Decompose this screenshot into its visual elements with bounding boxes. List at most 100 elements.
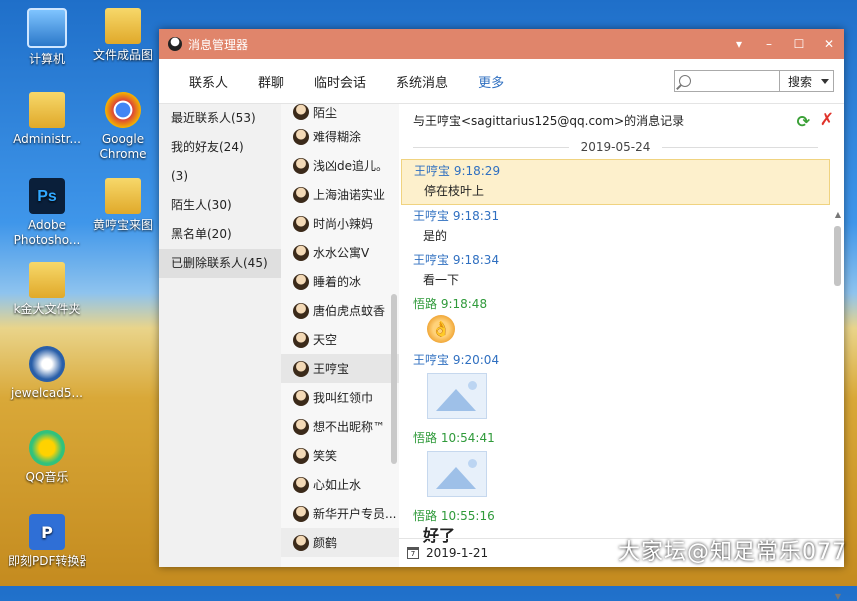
jewelcad-icon (29, 346, 65, 382)
list-item[interactable]: 我叫红领巾 (281, 383, 399, 412)
scroll-down-arrow-icon[interactable]: ▼ (835, 592, 841, 601)
watermark: 大家坛@知足常乐077 (618, 540, 847, 565)
group-deleted[interactable]: 已删除联系人(45) (159, 249, 281, 278)
message-item[interactable]: 王哼宝 9:18:29 停在枝叶上 (401, 159, 830, 205)
contact-name: 颜鹤 (313, 536, 338, 550)
tab-group-chat[interactable]: 群聊 (243, 72, 299, 91)
desktop-icon-label: Adobe Photosho... (13, 218, 81, 247)
desktop-icon-computer[interactable]: 计算机 (8, 8, 86, 67)
desktop-icon-pdf-converter[interactable]: P 即刻PDF转换器 (8, 514, 86, 569)
message-item[interactable]: 王哼宝 9:18:34 看一下 (401, 249, 830, 293)
avatar (293, 331, 309, 348)
list-item[interactable]: 陌尘 (281, 104, 399, 122)
list-item-selected[interactable]: 王哼宝 (281, 354, 399, 383)
image-placeholder-icon[interactable] (427, 373, 487, 419)
tab-system-messages[interactable]: 系统消息 (381, 72, 463, 91)
contact-name: 新华开户专员... (313, 507, 397, 521)
desktop-icon-folder-images[interactable]: 黄哼宝来图 (84, 178, 162, 233)
desktop-icon-folder-k-gold[interactable]: k金大文件夹 (8, 262, 86, 317)
contact-name: 我叫红领巾 (313, 391, 374, 405)
image-placeholder-icon[interactable] (427, 451, 487, 497)
message-item[interactable]: 悟路 10:54:41 (401, 427, 830, 505)
title-bar[interactable]: 消息管理器 ▾ – ☐ ✕ (159, 29, 844, 59)
chrome-icon (105, 92, 141, 128)
group-friends[interactable]: 我的好友(24) (159, 133, 281, 162)
message-item[interactable]: 王哼宝 9:20:04 (401, 349, 830, 427)
message-sender: 王哼宝 9:18:31 (413, 209, 500, 223)
list-item[interactable]: 想不出昵称™ (281, 412, 399, 441)
message-sender: 悟路 10:55:16 (413, 509, 495, 523)
toolbar: 联系人 群聊 临时会话 系统消息 更多 搜索 (159, 59, 844, 104)
record-header: 与王哼宝<sagittarius125@qq.com>的消息记录 (413, 113, 685, 128)
contact-name: 水水公寓V (313, 246, 370, 260)
list-item[interactable]: 睡着的冰 (281, 267, 399, 296)
maximize-button[interactable]: ☐ (784, 37, 814, 51)
group-strangers[interactable]: 陌生人(30) (159, 191, 281, 220)
refresh-icon[interactable]: ⟳ (797, 112, 810, 131)
tab-more[interactable]: 更多 (463, 72, 519, 91)
list-item[interactable]: 笑笑 (281, 441, 399, 470)
list-item[interactable]: 天空 (281, 325, 399, 354)
desktop-icon-qqmusic[interactable]: QQ音乐 (8, 430, 86, 485)
list-item[interactable]: 新华开户专员... (281, 499, 399, 528)
contact-name: 时尚小辣妈 (313, 217, 374, 231)
group-unnamed[interactable]: (3) (159, 162, 281, 191)
list-item[interactable]: 时尚小辣妈 (281, 209, 399, 238)
desktop-icon-label: jewelcad5... (11, 386, 83, 400)
list-item[interactable]: 水水公寓V (281, 238, 399, 267)
date-separator: 2019-05-24 (399, 136, 844, 158)
avatar (293, 476, 309, 493)
desktop-icon-chrome[interactable]: Google Chrome (84, 92, 162, 162)
list-item[interactable]: 唐伯虎点蚊香 (281, 296, 399, 325)
message-scrollbar[interactable] (834, 226, 841, 286)
avatar (293, 418, 309, 435)
folder-icon (105, 178, 141, 214)
search-input[interactable] (674, 70, 780, 92)
desktop-icon-administrator[interactable]: Administr... (8, 92, 86, 147)
computer-icon (27, 8, 67, 48)
calendar-icon[interactable]: 7 (407, 547, 419, 559)
group-recent[interactable]: 最近联系人(53) (159, 104, 281, 133)
search-area: 搜索 (674, 70, 834, 92)
tab-temp-session[interactable]: 临时会话 (299, 72, 381, 91)
minimize-button[interactable]: – (754, 37, 784, 51)
contact-name: 心如止水 (313, 478, 362, 492)
message-item[interactable]: 王哼宝 9:18:31 是的 (401, 205, 830, 249)
tab-contacts[interactable]: 联系人 (159, 72, 243, 91)
desktop-icon-label: QQ音乐 (25, 470, 69, 484)
contact-name: 唐伯虎点蚊香 (313, 304, 386, 318)
photoshop-icon: Ps (29, 178, 65, 214)
menu-dropdown-button[interactable]: ▾ (724, 37, 754, 51)
desktop-icon-label: 黄哼宝来图 (92, 218, 153, 232)
desktop-icon-label: 计算机 (28, 52, 65, 66)
desktop-icon-label: Administr... (13, 132, 81, 146)
scroll-up-arrow-icon[interactable]: ▲ (835, 210, 841, 219)
list-item[interactable]: 上海油诺实业 (281, 180, 399, 209)
search-button[interactable]: 搜索 (780, 70, 834, 92)
search-button-label: 搜索 (788, 74, 813, 89)
message-sender: 王哼宝 9:18:34 (413, 253, 500, 267)
avatar (293, 215, 309, 232)
avatar (293, 360, 309, 377)
contact-list: 陌尘 难得糊涂 浅凶de追儿。 上海油诺实业 时尚小辣妈 水水公寓V 睡着的冰 … (281, 104, 399, 567)
contact-name: 笑笑 (313, 449, 338, 463)
close-button[interactable]: ✕ (814, 37, 844, 51)
avatar (293, 186, 309, 203)
chevron-down-icon[interactable] (821, 78, 829, 84)
desktop-icon-jewelcad[interactable]: jewelcad5... (8, 346, 86, 401)
contact-name: 陌尘 (313, 105, 338, 120)
list-item[interactable]: 颜鹤 (281, 528, 399, 557)
group-blacklist[interactable]: 黑名单(20) (159, 220, 281, 249)
contact-list-scrollbar[interactable] (391, 294, 397, 464)
list-item[interactable]: 难得糊涂 (281, 122, 399, 151)
list-item[interactable]: 心如止水 (281, 470, 399, 499)
avatar (293, 273, 309, 290)
desktop-icon-folder-products[interactable]: 文件成品图 (84, 8, 162, 63)
contact-name: 浅凶de追儿。 (313, 159, 389, 173)
delete-icon[interactable]: ✗ (820, 110, 834, 130)
message-record-panel: 与王哼宝<sagittarius125@qq.com>的消息记录 ⟳ ✗ 201… (399, 104, 844, 601)
desktop-icon-photoshop[interactable]: Ps Adobe Photosho... (8, 178, 86, 248)
message-list: 王哼宝 9:18:29 停在枝叶上 王哼宝 9:18:31 是的 王哼宝 9:1… (401, 159, 830, 549)
list-item[interactable]: 浅凶de追儿。 (281, 151, 399, 180)
message-item[interactable]: 悟路 9:18:48 👌 (401, 293, 830, 349)
